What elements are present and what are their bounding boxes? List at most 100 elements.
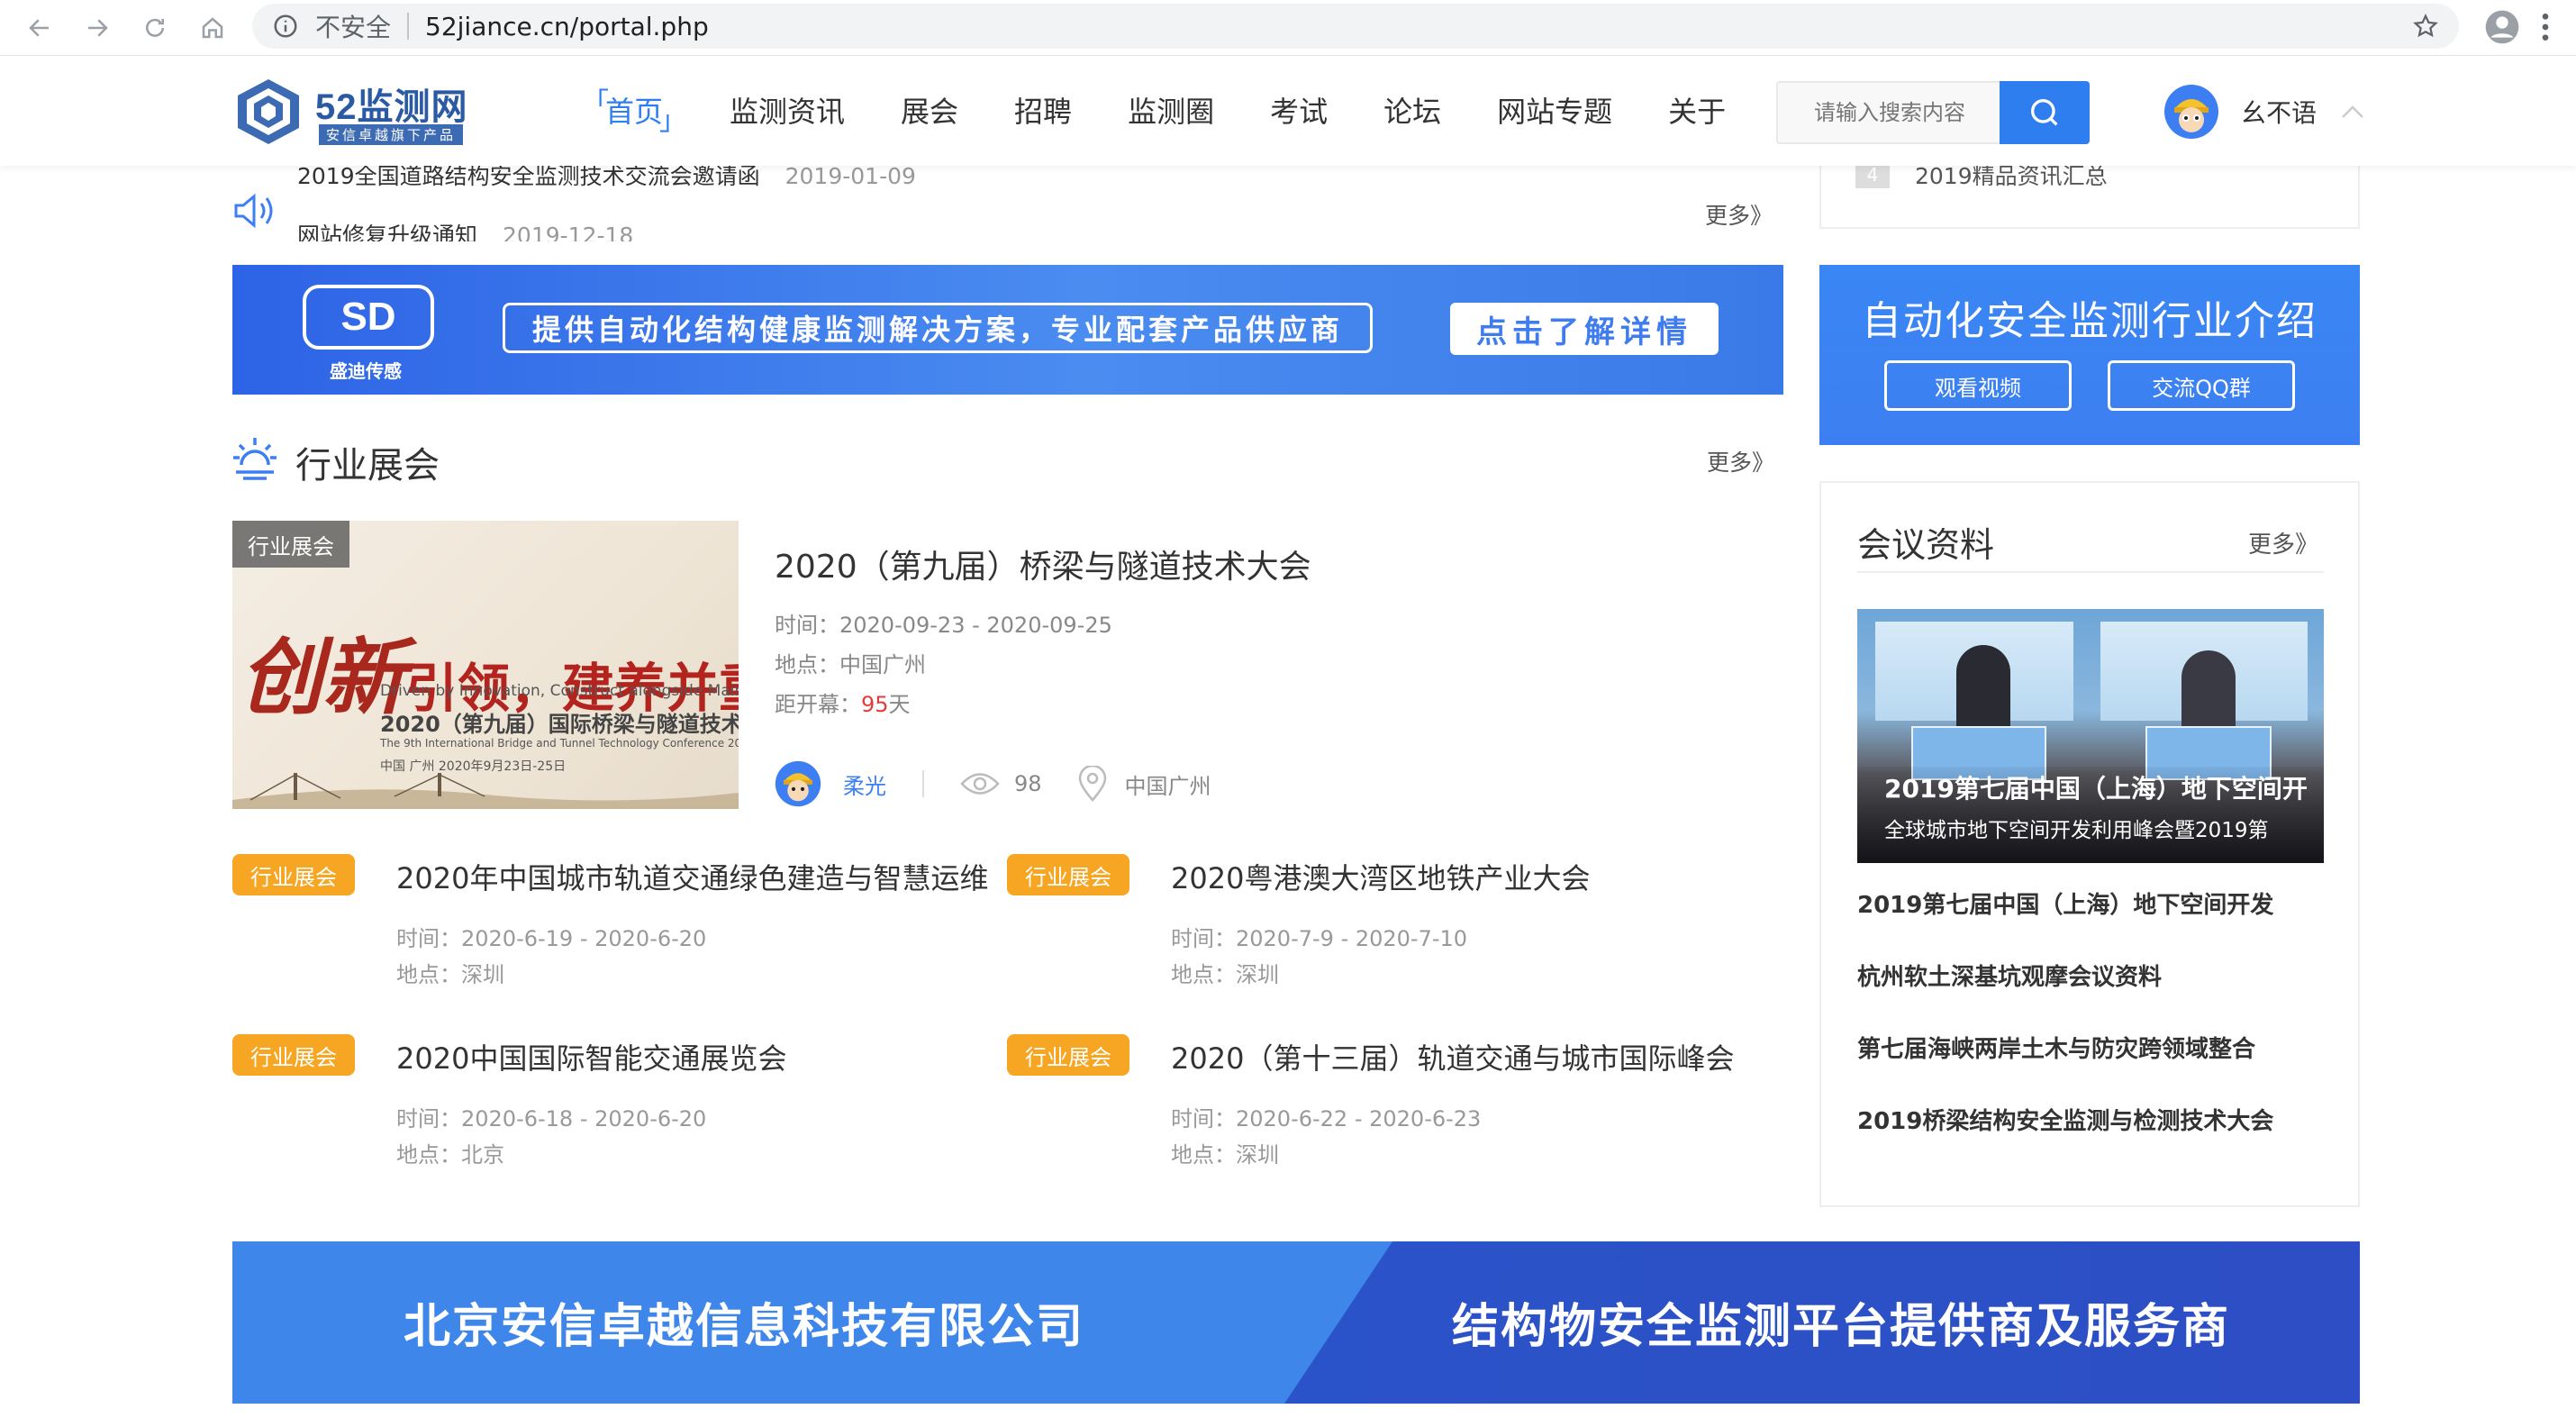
search-input[interactable] xyxy=(1778,83,1994,142)
bookmark-star-icon[interactable] xyxy=(2412,13,2439,40)
reload-button[interactable] xyxy=(137,10,173,46)
meeting-header: 会议资料 更多》 xyxy=(1857,517,2324,573)
expo-title[interactable]: 2020粤港澳大湾区地铁产业大会 xyxy=(1171,856,1590,897)
poster-conference-name: 2020（第九届）国际桥梁与隧道技术大会 xyxy=(380,712,739,737)
expo-tag: 行业展会 xyxy=(232,1034,355,1076)
notice-strip: 2019全国道路结构安全监测技术交流会邀请函 2019-01-09 网站修复升级通… xyxy=(232,166,1782,241)
forward-button[interactable] xyxy=(79,10,115,46)
company-banner[interactable]: 北京安信卓越信息科技有限公司 结构物安全监测平台提供商及服务商 xyxy=(232,1241,2360,1404)
info-icon[interactable] xyxy=(272,13,299,40)
promo-box: 自动化安全监测行业介绍 观看视频 交流QQ群 xyxy=(1819,265,2360,445)
meeting-list-item[interactable]: 2019第七届中国（上海）地下空间开发 xyxy=(1857,886,2273,959)
expo-tag: 行业展会 xyxy=(232,854,355,895)
hot-news-label: 2019精品资讯汇总 xyxy=(1915,166,2108,189)
home-icon xyxy=(202,16,223,38)
back-button[interactable] xyxy=(22,10,58,46)
chevron-up-icon[interactable] xyxy=(2340,103,2365,121)
logo-text: 52监测网 xyxy=(315,87,468,127)
featured-location: 中国广州 xyxy=(1124,773,1211,799)
expo-tag: 行业展会 xyxy=(1007,1034,1129,1076)
expo-tag: 行业展会 xyxy=(1007,854,1129,895)
featured-time: 时间：2020-09-23 - 2020-09-25 xyxy=(775,613,1112,638)
notice-item[interactable]: 网站修复升级通知 2019-12-18 xyxy=(297,218,633,241)
logo-cube-icon xyxy=(238,79,299,144)
sd-logo-subtitle: 盛迪传感 xyxy=(330,360,402,382)
nav-about[interactable]: 关于 xyxy=(1668,89,1726,131)
search-icon xyxy=(2031,99,2058,126)
author-avatar[interactable] xyxy=(775,759,821,809)
expo-list-item[interactable]: 行业展会 2020年中国城市轨道交通绿色建造与智慧运维 时间：2020-6-19… xyxy=(232,854,989,998)
profile-icon[interactable] xyxy=(2484,9,2520,45)
qq-group-button[interactable]: 交流QQ群 xyxy=(2108,360,2295,411)
nav-news[interactable]: 监测资讯 xyxy=(730,89,845,131)
expo-list-item[interactable]: 行业展会 2020中国国际智能交通展览会 时间：2020-6-18 - 2020… xyxy=(232,1034,989,1178)
insecure-label: 不安全 xyxy=(315,13,392,42)
forward-arrow-icon xyxy=(88,18,108,37)
notice-date: 2019-01-09 xyxy=(785,166,916,189)
photo-caption-title: 2019第七届中国（上海）地下空间开 xyxy=(1884,774,2308,804)
expo-section-header: 行业展会 更多》 xyxy=(232,431,1783,486)
expo-place: 地点：北京 xyxy=(396,1142,504,1168)
address-divider xyxy=(407,13,410,40)
nav-expo[interactable]: 展会 xyxy=(901,89,958,131)
featured-expo-image[interactable]: 创新引领，建养并重 Driven by Innovation, Construc… xyxy=(232,521,739,809)
search-button[interactable] xyxy=(2000,81,2090,144)
speaker-icon xyxy=(234,193,273,229)
nav-home[interactable]: 首页 xyxy=(582,80,686,138)
rank-number: 4 xyxy=(1855,166,1890,188)
site-logo[interactable]: 52监测网 安信卓越旗下产品 xyxy=(232,76,485,148)
expo-list-item[interactable]: 行业展会 2020（第十三届）轨道交通与城市国际峰会 时间：2020-6-22 … xyxy=(1007,1034,1764,1178)
featured-title[interactable]: 2020（第九届）桥梁与隧道技术大会 xyxy=(775,541,1765,587)
meeting-photo[interactable]: 2019第七届中国（上海）地下空间开 全球城市地下空间开发利用峰会暨2019第 xyxy=(1857,609,2324,863)
eye-icon xyxy=(960,773,1000,795)
featured-place: 地点：中国广州 xyxy=(775,652,926,677)
meeting-list-item[interactable]: 杭州软土深基坑观摩会议资料 xyxy=(1857,959,2273,1031)
divider xyxy=(922,770,924,797)
author-name[interactable]: 柔光 xyxy=(843,768,886,800)
meeting-list-item[interactable]: 2019桥梁结构安全监测与检测技术大会 xyxy=(1857,1103,2273,1175)
meeting-more-link[interactable]: 更多》 xyxy=(2248,526,2318,559)
notice-title: 2019全国道路结构安全监测技术交流会邀请函 xyxy=(297,166,760,189)
expo-title[interactable]: 2020年中国城市轨道交通绿色建造与智慧运维 xyxy=(396,856,988,897)
location-pin-icon xyxy=(1078,766,1106,802)
url-text[interactable]: 52jiance.cn/portal.php xyxy=(425,12,709,41)
nav-exam[interactable]: 考试 xyxy=(1270,89,1328,131)
more-menu-icon[interactable] xyxy=(2527,9,2563,45)
home-button[interactable] xyxy=(195,10,231,46)
nav-jobs[interactable]: 招聘 xyxy=(1014,89,1072,131)
back-arrow-icon xyxy=(29,18,49,37)
expo-place: 地点：深圳 xyxy=(396,962,504,987)
user-menu[interactable]: 幺不语 xyxy=(2163,83,2365,141)
featured-tag: 行业展会 xyxy=(232,521,349,568)
watch-video-button[interactable]: 观看视频 xyxy=(1884,360,2072,411)
user-name[interactable]: 幺不语 xyxy=(2241,94,2317,130)
logo-subtitle: 安信卓越旗下产品 xyxy=(319,124,464,145)
hot-news-item[interactable]: 4 2019精品资讯汇总 xyxy=(1855,166,2108,191)
expo-time: 时间：2020-6-19 - 2020-6-20 xyxy=(396,926,707,951)
expo-list-item[interactable]: 行业展会 2020粤港澳大湾区地铁产业大会 时间：2020-7-9 - 2020… xyxy=(1007,854,1764,998)
section-title: 行业展会 xyxy=(295,445,440,486)
nav-forum[interactable]: 论坛 xyxy=(1383,89,1441,131)
featured-countdown: 距开幕：95天 xyxy=(775,692,911,717)
meeting-title: 会议资料 xyxy=(1857,525,1995,565)
expo-title[interactable]: 2020中国国际智能交通展览会 xyxy=(396,1036,786,1077)
nav-circle[interactable]: 监测圈 xyxy=(1128,89,1214,131)
company-slogan: 结构物安全监测平台提供商及服务商 xyxy=(1452,1300,2231,1354)
search-box xyxy=(1776,81,2090,144)
meeting-list-item[interactable]: 第七届海峡两岸土木与防灾跨领域整合 xyxy=(1857,1031,2273,1103)
address-bar[interactable]: 不安全 52jiance.cn/portal.php xyxy=(252,4,2459,49)
expo-place: 地点：深圳 xyxy=(1171,962,1279,987)
company-name: 北京安信卓越信息科技有限公司 xyxy=(404,1300,1085,1354)
section-more-link[interactable]: 更多》 xyxy=(1707,445,1774,477)
ad-banner[interactable]: SD 盛迪传感 提供自动化结构健康监测解决方案，专业配套产品供应商 点击了解详情 xyxy=(232,265,1783,395)
ad-detail-button[interactable]: 点击了解详情 xyxy=(1450,303,1719,355)
notice-date: 2019-12-18 xyxy=(503,223,634,241)
notice-item[interactable]: 2019全国道路结构安全监测技术交流会邀请函 2019-01-09 xyxy=(297,166,916,191)
hot-news-panel: 4 2019精品资讯汇总 xyxy=(1819,166,2360,229)
expo-time: 时间：2020-6-22 - 2020-6-23 xyxy=(1171,1106,1482,1132)
nav-topics[interactable]: 网站专题 xyxy=(1497,89,1612,131)
meeting-materials-panel: 会议资料 更多》 2019第七届中国（上海）地下空间开 全球城市地下空间开发利用… xyxy=(1819,481,2360,1207)
notice-more-link[interactable]: 更多》 xyxy=(1705,198,1773,231)
expo-title[interactable]: 2020（第十三届）轨道交通与城市国际峰会 xyxy=(1171,1036,1734,1077)
featured-expo-info: 2020（第九届）桥梁与隧道技术大会 时间：2020-09-23 - 2020-… xyxy=(775,541,1765,717)
